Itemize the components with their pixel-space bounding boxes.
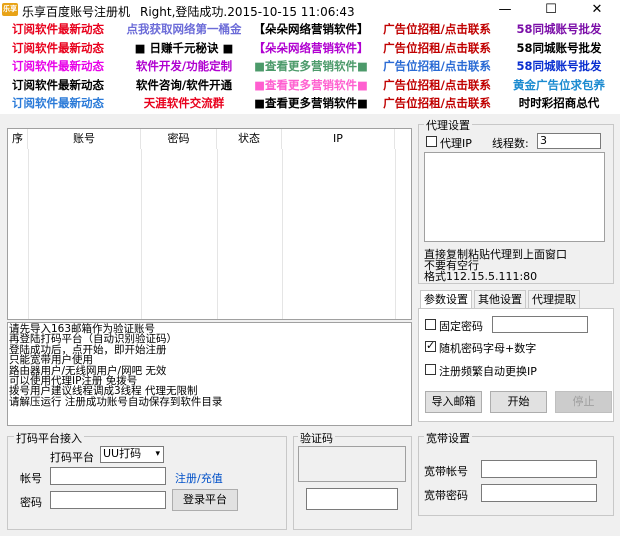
random-password-label: 随机密码字母+数字 [439,342,537,355]
ad-link[interactable]: 【朵朵网络营销软件】 [248,39,374,57]
ad-link[interactable]: 订阅软件最新动态 [2,20,114,38]
ad-link[interactable]: 订阅软件最新动态 [2,94,114,112]
col-divider [28,149,29,319]
ad-link[interactable]: 黄金广告位求包养 [500,76,618,94]
fixed-password-input[interactable] [492,316,588,333]
ad-link[interactable]: 58同城账号批发 [500,20,618,38]
col-header-ip[interactable]: IP [282,129,395,149]
ad-link[interactable]: ■查看更多营销软件■ [248,94,374,112]
ad-link[interactable]: 广告位招租/点击联系 [376,57,498,75]
auto-change-ip-label: 注册频繁自动更换IP [439,365,537,378]
ad-link[interactable]: 广告位招租/点击联系 [376,39,498,57]
ad-link[interactable]: 时时彩招商总代 [500,94,618,112]
use-proxy-checkbox[interactable] [426,136,437,147]
ad-link[interactable]: ■查看更多营销软件■ [248,76,374,94]
ad-link[interactable]: 软件咨询/软件开通 [122,76,246,94]
proxy-group-label: 代理设置 [424,117,472,133]
platform-label: 打码平台 [50,451,94,464]
broadband-password-input[interactable] [481,484,597,502]
fixed-password-label: 固定密码 [439,320,483,333]
ad-link[interactable]: 软件开发/功能定制 [122,57,246,75]
ad-link[interactable]: 58同城账号批发 [500,57,618,75]
close-button[interactable]: ✕ [574,0,620,20]
captcha-input[interactable] [306,488,398,510]
ad-link[interactable]: ■查看更多营销软件■ [248,57,374,75]
ad-link[interactable]: 订阅软件最新动态 [2,57,114,75]
ad-link-grid: 订阅软件最新动态 点我获取网络第一桶金 【朵朵网络营销软件】 广告位招租/点击联系 58… [0,20,620,114]
auto-change-ip-checkbox[interactable] [425,364,436,375]
broadband-password-label: 宽带密码 [424,489,468,502]
col-divider [217,149,218,319]
col-header-password[interactable]: 密码 [141,129,217,149]
col-header-status[interactable]: 状态 [217,129,282,149]
ad-link[interactable]: 广告位招租/点击联系 [376,20,498,38]
ad-link[interactable]: 订阅软件最新动态 [2,76,114,94]
col-divider [282,149,283,319]
window-title: 乐享百度账号注册机 [22,5,131,19]
threads-input[interactable]: 3 [537,133,601,149]
app-icon: 乐享 [2,3,18,16]
title-bar: 乐享 乐享百度账号注册机 Right,登陆成功.2015-10-15 11:06… [0,0,620,20]
platform-select[interactable]: UU打码 ▾ [100,446,164,463]
ad-link[interactable]: 天涯软件交流群 [122,94,246,112]
login-platform-button[interactable]: 登录平台 [172,489,238,511]
col-header-account[interactable]: 账号 [28,129,141,149]
start-button[interactable]: 开始 [490,391,547,413]
stop-button[interactable]: 停止 [555,391,612,413]
instructions-log[interactable]: 请先导入163邮箱作为验证账号 再登陆打码平台（自动识别验证码） 登陆成功后，点… [7,322,412,426]
proxy-list-textarea[interactable] [424,152,605,242]
random-password-checkbox[interactable] [425,339,436,352]
ad-link[interactable]: 广告位招租/点击联系 [376,76,498,94]
platform-password-input[interactable] [50,491,166,509]
use-proxy-label: 代理IP [440,137,472,150]
captcha-image [298,446,406,482]
ad-link[interactable]: 【朵朵网络营销软件】 [248,20,374,38]
platform-select-value: UU打码 [103,447,142,460]
ad-link[interactable]: 58同城账号批发 [500,39,618,57]
tab-proxy-extract[interactable]: 代理提取 [528,290,580,308]
broadband-account-input[interactable] [481,460,597,478]
register-recharge-link[interactable]: 注册/充值 [175,470,223,486]
fixed-password-checkbox[interactable] [425,319,436,330]
login-status: Right,登陆成功.2015-10-15 11:06:43 [140,5,355,19]
account-table[interactable]: 序 账号 密码 状态 IP [7,128,412,320]
ad-link[interactable]: 点我获取网络第一桶金 [122,20,246,38]
ad-link[interactable]: 订阅软件最新动态 [2,39,114,57]
broadband-group-label: 宽带设置 [424,430,472,446]
chevron-down-icon: ▾ [155,449,160,459]
maximize-button[interactable]: ☐ [528,0,574,20]
password-label: 密码 [20,496,42,509]
broadband-account-label: 宽带帐号 [424,465,468,478]
captcha-platform-label: 打码平台接入 [14,430,84,446]
ad-link[interactable]: ■ 日赚千元秘诀 ■ [122,39,246,57]
log-line: 请解压运行 注册成功账号自动保存到软件目录 [9,395,223,408]
tab-other-settings[interactable]: 其他设置 [474,290,526,308]
account-label: 帐号 [20,472,42,485]
col-header-index[interactable]: 序 [8,129,28,149]
proxy-hint: 格式112.15.5.111:80 [424,270,538,283]
import-email-button[interactable]: 导入邮箱 [425,391,482,413]
platform-account-input[interactable] [50,467,166,485]
col-divider [395,149,396,319]
tab-param-settings[interactable]: 参数设置 [420,290,472,308]
ad-link[interactable]: 广告位招租/点击联系 [376,94,498,112]
threads-label: 线程数: [492,137,529,150]
minimize-button[interactable]: — [482,0,528,20]
captcha-group-label: 验证码 [298,430,335,446]
col-divider [141,149,142,319]
